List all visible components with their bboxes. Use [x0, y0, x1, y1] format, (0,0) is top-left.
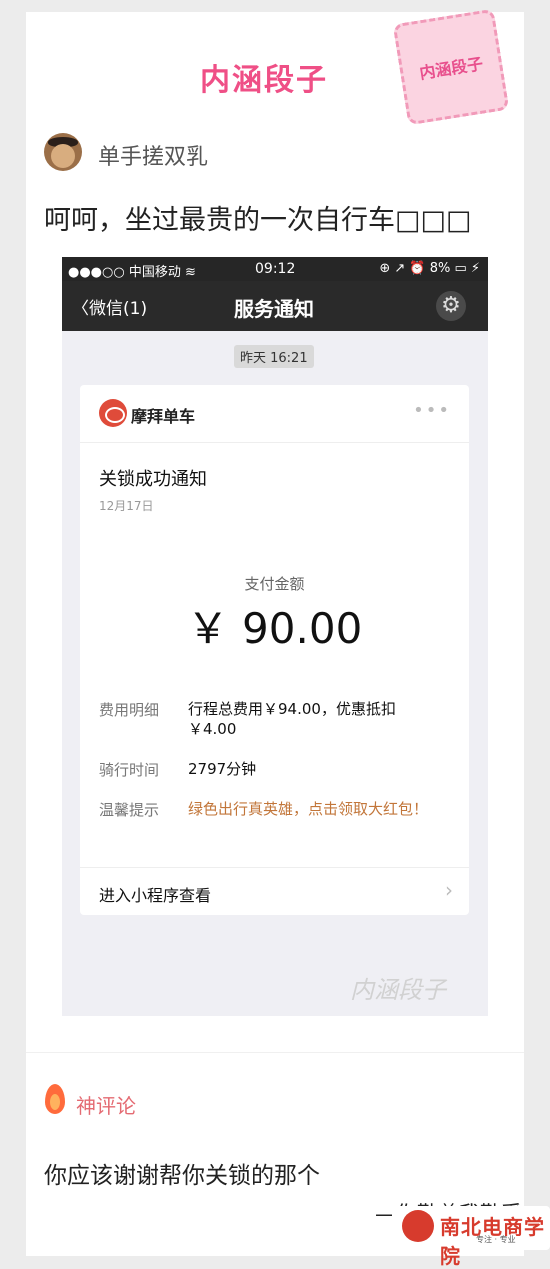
message-timestamp: 昨天 16:21: [234, 345, 314, 368]
status-bar: ●●●○○ 中国移动 ≋ 09:12 ⊕ ↗ ⏰ 8% ▭ ⚡: [62, 257, 488, 281]
avatar[interactable]: [44, 133, 82, 171]
footer-logo: 南北电商学院 专注 · 专业: [392, 1206, 550, 1268]
username[interactable]: 单手搓双乳: [98, 139, 208, 171]
back-button[interactable]: 〈微信(1): [72, 294, 147, 319]
nav-bar: 〈微信(1) 服务通知 ⚙: [62, 281, 488, 331]
mini-program-link[interactable]: 进入小程序查看 ›: [80, 867, 469, 916]
gear-icon[interactable]: ⚙: [436, 291, 466, 321]
chevron-right-icon: ›: [445, 878, 453, 902]
section-divider: [26, 1052, 524, 1053]
notice-date: 12月17日: [99, 499, 154, 513]
fee-detail-value: 行程总费用￥94.00，优惠抵扣￥4.00: [188, 700, 396, 738]
payment-amount: ￥ 90.00: [186, 604, 363, 653]
mini-program-label: 进入小程序查看: [99, 886, 212, 905]
status-time: 09:12: [255, 261, 296, 277]
app-name: 摩拜单车: [131, 407, 196, 426]
post-text: 呵呵，坐过最贵的一次自行车□□□: [44, 205, 472, 236]
phone-screenshot: ●●●○○ 中国移动 ≋ 09:12 ⊕ ↗ ⏰ 8% ▭ ⚡ 〈微信(1) 服…: [62, 257, 488, 1016]
college-logo-icon: [402, 1210, 434, 1242]
nav-title: 服务通知: [234, 297, 314, 321]
stamp-text: 内涵段子: [418, 54, 485, 83]
payment-label: 支付金额: [244, 575, 305, 593]
more-options-icon[interactable]: •••: [413, 400, 451, 421]
comment-text: 你应该谢谢帮你关锁的那个: [44, 1163, 320, 1189]
fee-detail-label: 费用明细: [99, 701, 160, 719]
mobike-logo-icon: [99, 399, 127, 427]
battery-status: ⊕ ↗ ⏰ 8% ▭ ⚡: [379, 261, 480, 276]
tip-label: 温馨提示: [99, 801, 160, 819]
watermark: 内涵段子: [350, 976, 446, 1004]
carrier-signal: ●●●○○ 中国移动 ≋: [68, 265, 196, 280]
notification-card[interactable]: 摩拜单车 ••• 关锁成功通知 12月17日 支付金额 ￥ 90.00 费用明细…: [80, 385, 469, 915]
stamp-logo: 内涵段子: [392, 8, 510, 126]
brand-title: 内涵段子: [200, 63, 328, 98]
card-header: 摩拜单车 •••: [80, 385, 469, 443]
notice-title: 关锁成功通知: [99, 469, 207, 490]
ride-time-label: 骑行时间: [99, 761, 160, 779]
college-slogan: 专注 · 专业: [476, 1235, 516, 1244]
ride-time-value: 2797分钟: [188, 760, 257, 778]
avatar-face: [51, 144, 75, 168]
comment-section-label: 神评论: [76, 1094, 136, 1118]
fire-icon: [45, 1084, 65, 1114]
tip-value[interactable]: 绿色出行真英雄，点击领取大红包！: [188, 799, 438, 819]
